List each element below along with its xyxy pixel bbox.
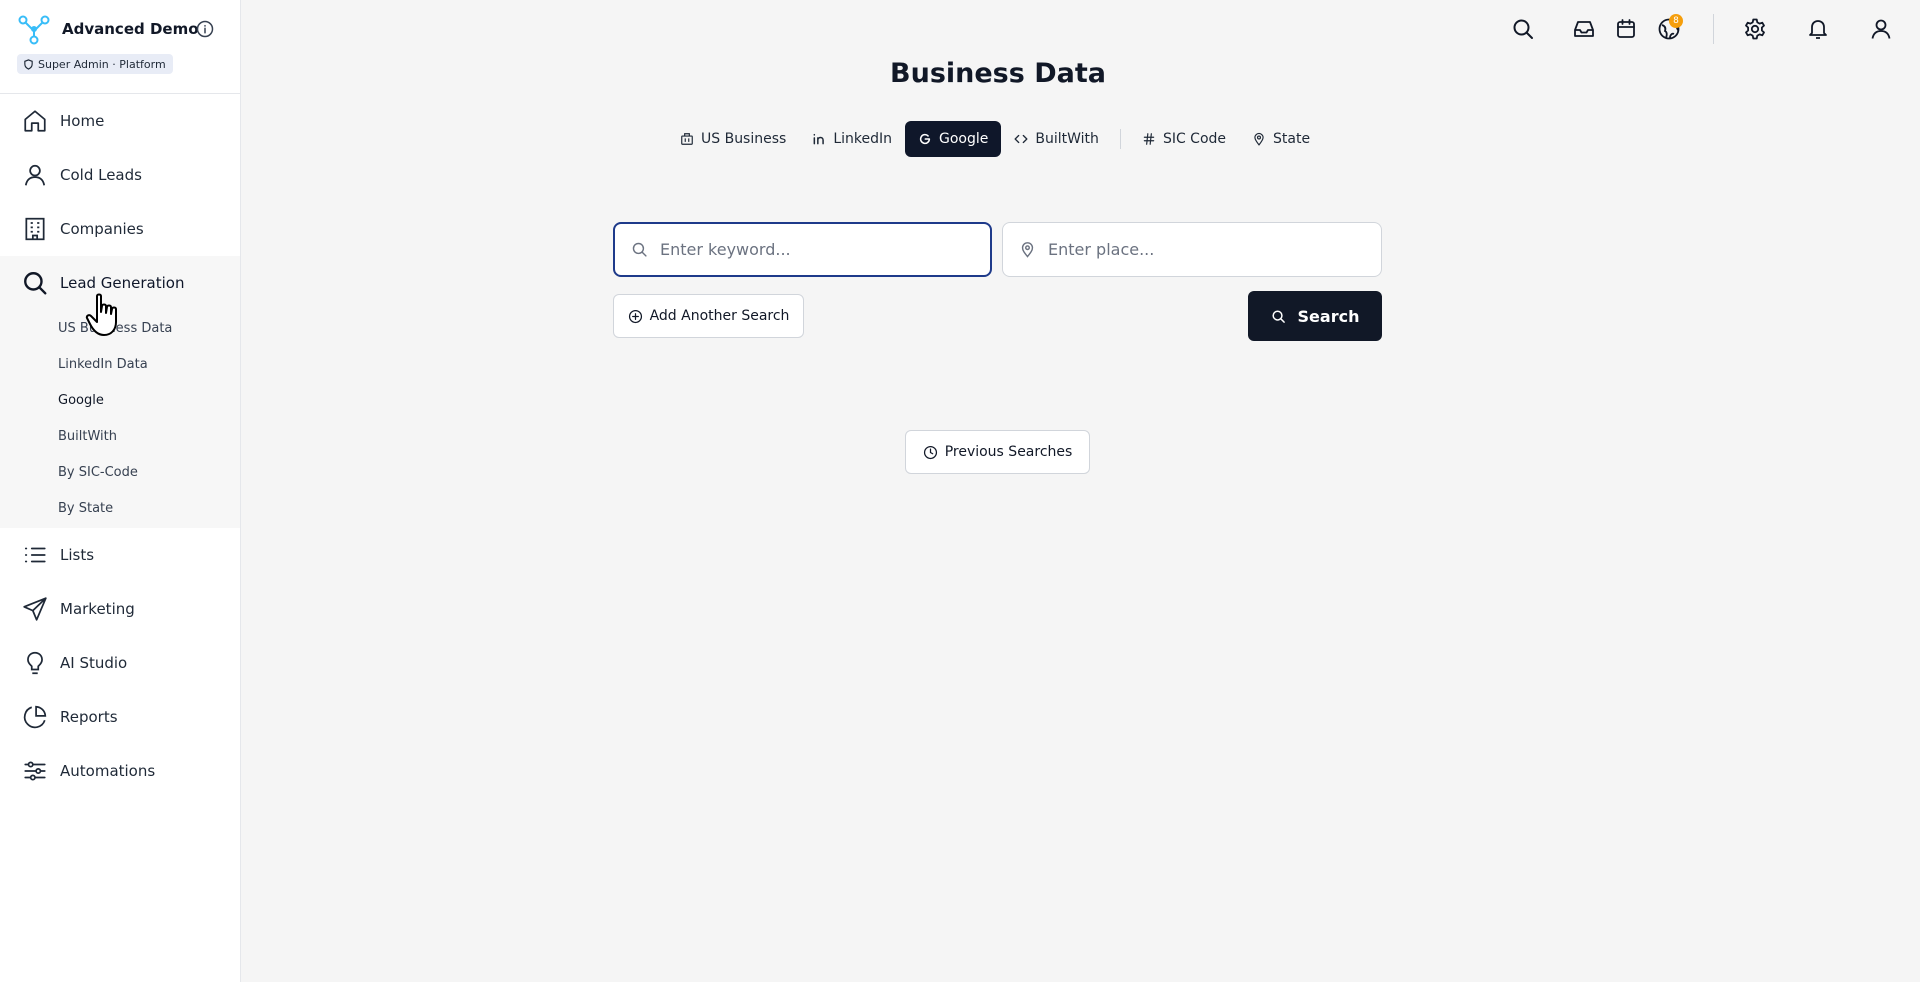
search-icon — [24, 272, 47, 295]
sidebar-item-home[interactable]: Home — [0, 94, 240, 148]
hand-pointer-cursor-icon — [85, 293, 117, 336]
subnav-item-by-state[interactable]: By State — [0, 490, 240, 526]
sidebar-item-lists[interactable]: Lists — [0, 528, 240, 582]
tab-builtwith[interactable]: BuiltWith — [1001, 121, 1112, 157]
tab-google[interactable]: Google — [905, 121, 1002, 157]
tab-us-business[interactable]: US Business — [667, 121, 799, 157]
keyword-input[interactable] — [660, 240, 990, 259]
home-icon — [24, 110, 46, 132]
plus-circle-icon — [628, 309, 642, 323]
google-icon — [919, 133, 931, 145]
tab-divider — [1119, 129, 1121, 149]
sidebar-item-label: Companies — [60, 220, 144, 238]
sidebar-item-label: AI Studio — [60, 654, 128, 672]
place-field — [1002, 222, 1382, 277]
tab-sic-code[interactable]: SIC Code — [1129, 121, 1239, 157]
tab-label: US Business — [701, 131, 787, 147]
sliders-icon — [24, 761, 46, 781]
tab-state[interactable]: State — [1239, 121, 1323, 157]
inbox-icon[interactable] — [1572, 17, 1596, 41]
tab-label: Google — [939, 131, 989, 147]
lightbulb-icon — [27, 651, 43, 675]
add-another-search-label: Add Another Search — [649, 308, 790, 324]
gear-icon[interactable] — [1743, 17, 1767, 41]
info-icon[interactable] — [196, 20, 214, 38]
search-icon[interactable] — [1511, 17, 1535, 41]
place-input[interactable] — [1048, 240, 1381, 259]
page-title: Business Data — [890, 58, 1106, 89]
tab-label: BuiltWith — [1035, 131, 1099, 147]
subnav-item-by-sic-code[interactable]: By SIC-Code — [0, 454, 240, 490]
clock-icon — [923, 445, 937, 459]
topbar-divider — [1713, 14, 1714, 44]
sidebar-item-marketing[interactable]: Marketing — [0, 582, 240, 636]
tab-label: LinkedIn — [833, 131, 893, 147]
tab-label: State — [1273, 131, 1311, 147]
sidebar: Advanced Demo Super Admin · Platform Hom… — [0, 0, 241, 982]
pie-chart-icon — [23, 705, 47, 729]
subnav-item-linkedin-data[interactable]: LinkedIn Data — [0, 346, 240, 382]
calendar-icon[interactable] — [1614, 17, 1638, 41]
user-icon — [24, 164, 46, 186]
add-another-search-button[interactable]: Add Another Search — [613, 294, 804, 338]
building-icon — [681, 133, 693, 145]
search-icon — [1271, 309, 1285, 323]
sidebar-item-label: Home — [60, 112, 105, 130]
send-icon — [23, 597, 47, 621]
hash-icon — [1143, 133, 1155, 145]
sidebar-item-label: Automations — [60, 762, 156, 780]
linkedin-icon — [813, 133, 825, 145]
notification-count-badge: 8 — [1669, 14, 1683, 28]
previous-searches-button[interactable]: Previous Searches — [905, 430, 1090, 474]
sidebar-item-label: Lead Generation — [60, 274, 185, 292]
sidebar-item-reports[interactable]: Reports — [0, 690, 240, 744]
brand-name: Advanced Demo — [62, 20, 199, 38]
sidebar-item-automations[interactable]: Automations — [0, 744, 240, 798]
list-icon — [24, 547, 46, 563]
sidebar-item-label: Reports — [60, 708, 118, 726]
sidebar-item-cold-leads[interactable]: Cold Leads — [0, 148, 240, 202]
logo-icon — [18, 15, 50, 45]
map-pin-icon — [1021, 242, 1034, 258]
map-pin-icon — [1254, 132, 1264, 146]
previous-searches-label: Previous Searches — [944, 444, 1073, 460]
sidebar-item-ai-studio[interactable]: AI Studio — [0, 636, 240, 690]
sidebar-item-label: Lists — [60, 546, 95, 564]
building-icon — [25, 217, 45, 241]
sidebar-item-companies[interactable]: Companies — [0, 202, 240, 256]
bell-icon[interactable] — [1806, 17, 1830, 41]
subnav-item-builtwith[interactable]: BuiltWith — [0, 418, 240, 454]
tab-linkedin[interactable]: LinkedIn — [799, 121, 905, 157]
code-icon — [1014, 134, 1028, 144]
sidebar-nav: Home Cold Leads Companies Lead Generatio… — [0, 94, 240, 798]
search-button-label: Search — [1297, 306, 1360, 326]
sidebar-item-label: Marketing — [60, 600, 135, 618]
search-button[interactable]: Search — [1248, 291, 1382, 341]
sidebar-item-label: Cold Leads — [60, 166, 142, 184]
subnav-item-google[interactable]: Google — [0, 382, 240, 418]
user-icon[interactable] — [1869, 17, 1893, 41]
source-tabs: US Business LinkedIn Google BuiltWith SI… — [667, 121, 1323, 157]
search-icon — [632, 242, 647, 257]
keyword-field — [613, 222, 992, 277]
tab-label: SIC Code — [1162, 131, 1227, 147]
